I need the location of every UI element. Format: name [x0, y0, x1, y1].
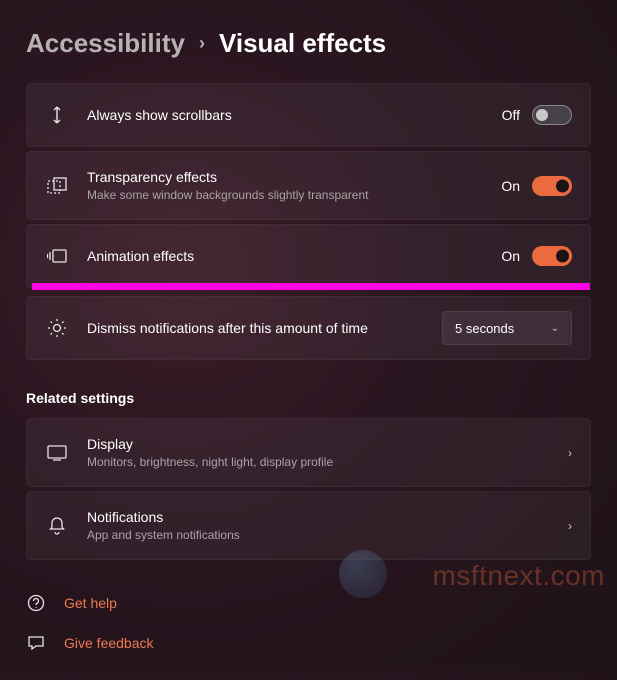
feedback-icon: [26, 634, 46, 652]
setting-title: Dismiss notifications after this amount …: [87, 319, 442, 337]
chevron-down-icon: ⌄: [551, 323, 559, 334]
link-label: Get help: [64, 595, 117, 611]
related-settings-header: Related settings: [26, 390, 591, 406]
brightness-icon: [45, 318, 69, 338]
setting-scrollbars: Always show scrollbars Off: [26, 83, 591, 147]
setting-title: Transparency effects: [87, 168, 501, 186]
give-feedback-link[interactable]: Give feedback: [26, 626, 591, 660]
toggle-state-label: On: [501, 248, 520, 264]
display-icon: [45, 445, 69, 461]
chevron-right-icon: ›: [199, 33, 205, 54]
related-subtitle: App and system notifications: [87, 528, 568, 544]
chevron-right-icon: ›: [568, 446, 572, 460]
dropdown-value: 5 seconds: [455, 321, 514, 336]
animation-icon: [45, 248, 69, 264]
link-label: Give feedback: [64, 635, 154, 651]
breadcrumb-parent[interactable]: Accessibility: [26, 28, 185, 59]
highlight-annotation: [32, 283, 590, 290]
scrollbars-icon: [45, 105, 69, 125]
breadcrumb-current: Visual effects: [219, 28, 386, 59]
related-subtitle: Monitors, brightness, night light, displ…: [87, 455, 568, 471]
setting-transparency: Transparency effects Make some window ba…: [26, 151, 591, 220]
setting-dismiss-notifications: Dismiss notifications after this amount …: [26, 296, 591, 360]
setting-title: Always show scrollbars: [87, 106, 502, 124]
animation-toggle[interactable]: [532, 246, 572, 266]
transparency-icon: [45, 177, 69, 195]
dismiss-duration-dropdown[interactable]: 5 seconds ⌄: [442, 311, 572, 345]
scrollbars-toggle[interactable]: [532, 105, 572, 125]
breadcrumb: Accessibility › Visual effects: [26, 28, 591, 59]
related-title: Display: [87, 435, 568, 453]
help-icon: [26, 594, 46, 612]
setting-title: Animation effects: [87, 247, 501, 265]
transparency-toggle[interactable]: [532, 176, 572, 196]
setting-animation: Animation effects On: [26, 224, 591, 288]
chevron-right-icon: ›: [568, 519, 572, 533]
get-help-link[interactable]: Get help: [26, 586, 591, 620]
toggle-state-label: Off: [502, 107, 520, 123]
bell-icon: [45, 516, 69, 536]
related-display[interactable]: Display Monitors, brightness, night ligh…: [26, 418, 591, 487]
related-notifications[interactable]: Notifications App and system notificatio…: [26, 491, 591, 560]
related-title: Notifications: [87, 508, 568, 526]
toggle-state-label: On: [501, 178, 520, 194]
setting-subtitle: Make some window backgrounds slightly tr…: [87, 188, 501, 204]
